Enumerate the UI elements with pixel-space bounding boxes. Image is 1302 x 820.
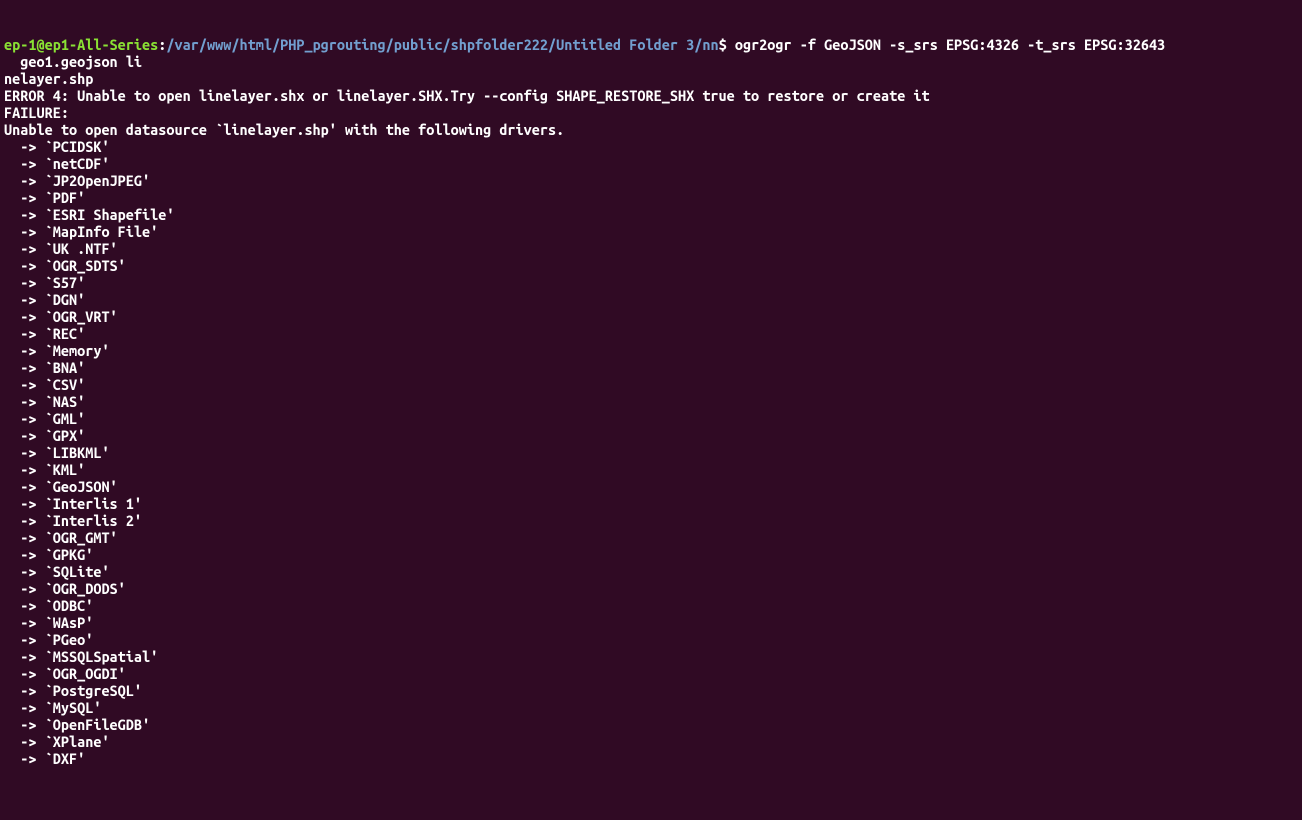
- command-text-3: nelayer.shp: [4, 70, 93, 87]
- terminal-output[interactable]: ep-1@ep1-All-Series:/var/www/html/PHP_pg…: [4, 36, 1298, 767]
- failure-line: FAILURE:: [4, 104, 69, 121]
- prompt-path: /var/www/html/PHP_pgrouting/public/shpfo…: [166, 36, 718, 53]
- error-line: ERROR 4: Unable to open linelayer.shx or…: [4, 87, 930, 104]
- prompt-dollar: $: [719, 36, 727, 53]
- command-text-2: geo1.geojson li: [4, 53, 142, 70]
- prompt-user: ep-1@ep1-All-Series: [4, 36, 158, 53]
- unable-line: Unable to open datasource `linelayer.shp…: [4, 121, 564, 138]
- command-text-1: ogr2ogr -f GeoJSON -s_srs EPSG:4326 -t_s…: [727, 36, 1174, 53]
- driver-list: -> `PCIDSK' -> `netCDF' -> `JP2OpenJPEG'…: [4, 138, 1298, 767]
